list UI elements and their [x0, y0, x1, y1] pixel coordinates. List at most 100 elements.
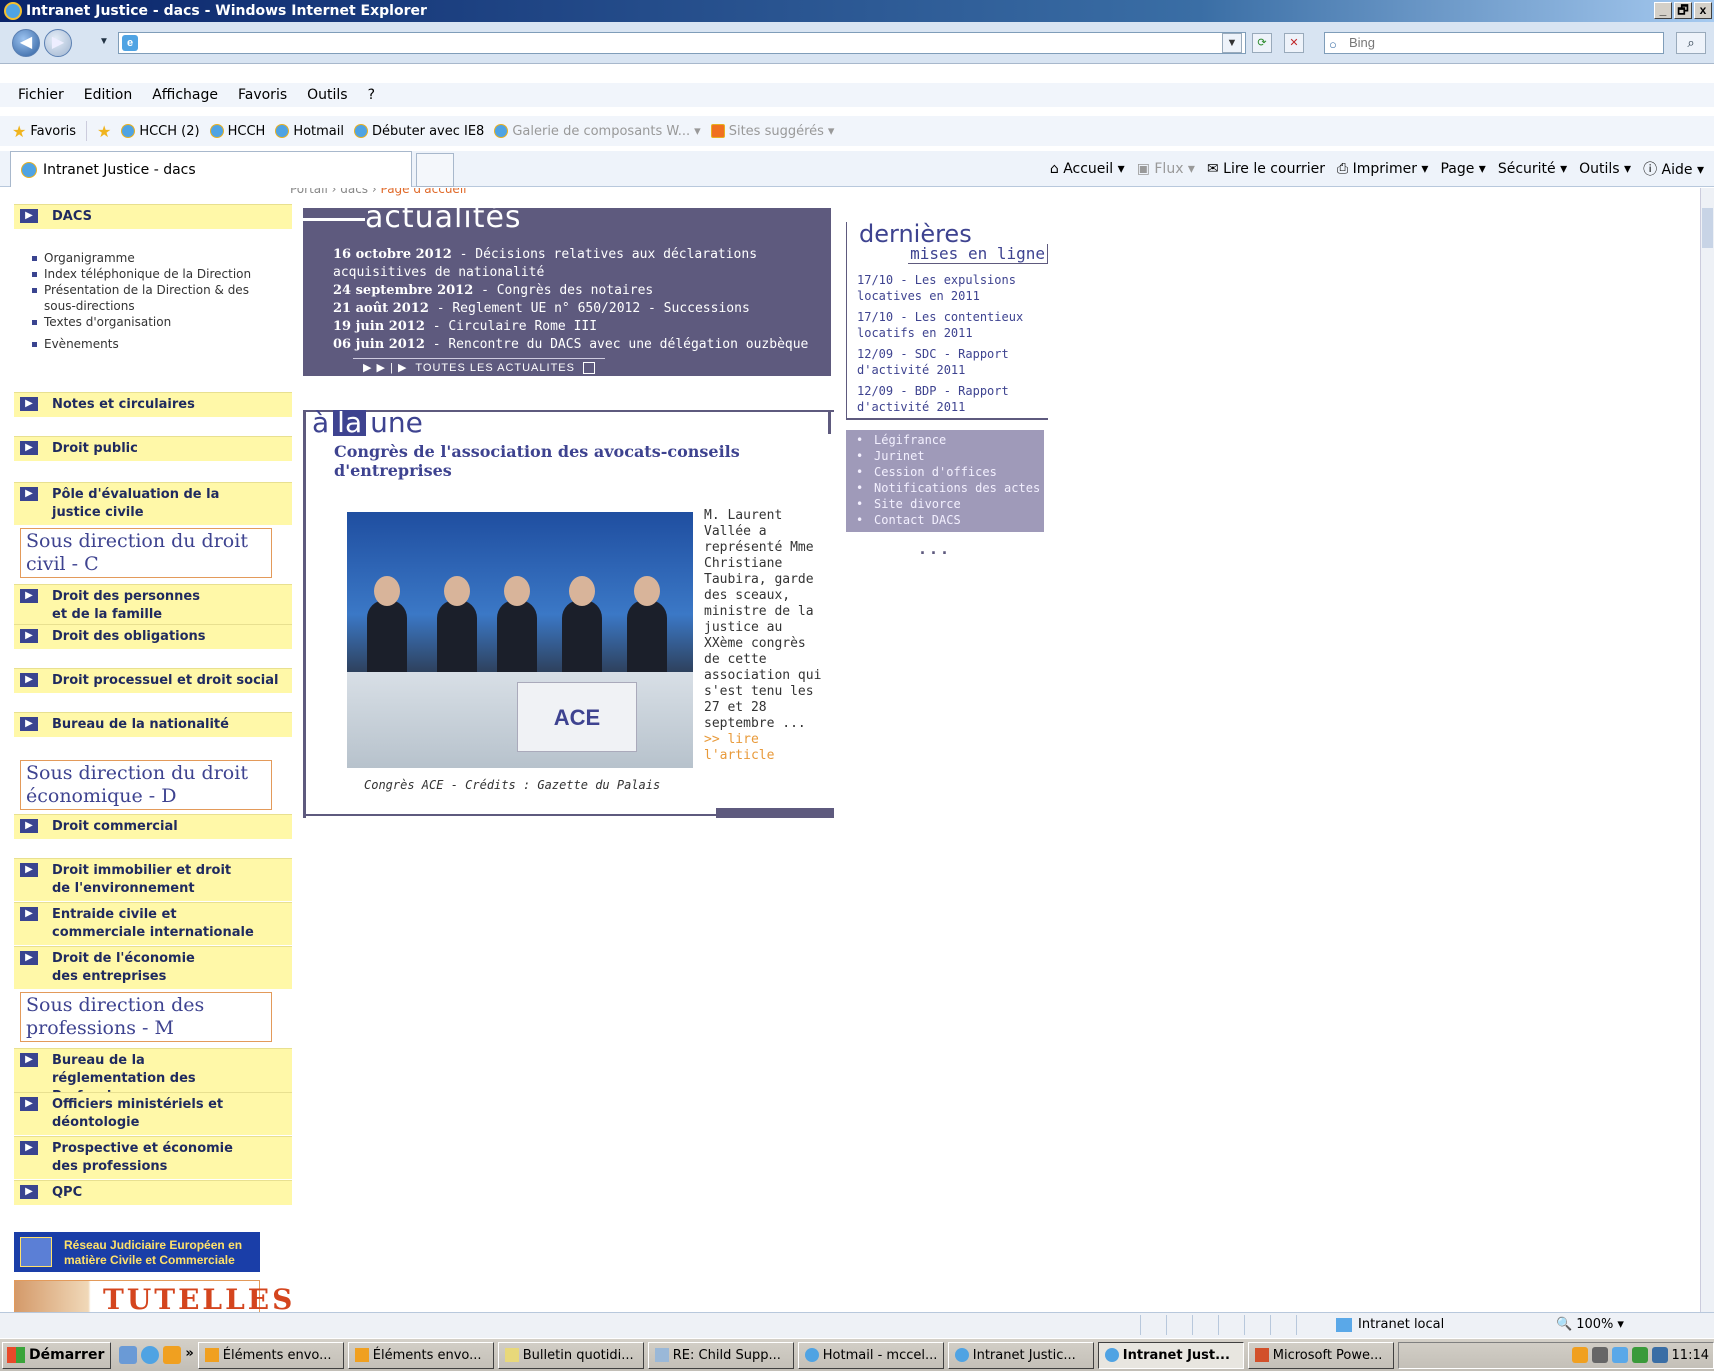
task-bulletin[interactable]: Bulletin quotidi... — [497, 1341, 644, 1369]
add-favorite-icon[interactable]: ★ — [97, 122, 111, 141]
breadcrumb-path[interactable]: Portail › dacs › — [290, 188, 377, 196]
article-title[interactable]: Congrès de l'association des avocats-con… — [334, 442, 754, 480]
menu-affichage[interactable]: Affichage — [152, 87, 218, 103]
search-input[interactable]: ○ Bing — [1324, 32, 1664, 54]
help-menu-button[interactable]: ⓘ Aide ▾ — [1643, 159, 1704, 179]
home-button[interactable]: ⌂ Accueil ▾ — [1050, 161, 1125, 177]
link-organigramme[interactable]: Organigramme — [30, 250, 280, 266]
link-notifications-actes[interactable]: Notifications des actes — [854, 480, 1044, 496]
link-contact-dacs[interactable]: Contact DACS — [854, 512, 1044, 528]
fav-hcch[interactable]: HCCH — [209, 124, 265, 139]
tray-security-icon[interactable] — [1651, 1347, 1668, 1363]
read-more-link[interactable]: >> lire l'article — [704, 732, 774, 763]
scrollbar-thumb[interactable] — [1702, 208, 1713, 248]
article-photo[interactable]: ACE — [347, 512, 693, 768]
forward-button[interactable]: ▶ — [44, 29, 72, 57]
rje-banner-link[interactable]: Réseau Judiciaire Européen en matière Ci… — [14, 1232, 260, 1272]
actualite-item[interactable]: 24 septembre 2012 - Congrès des notaires — [333, 282, 823, 300]
derniere-item[interactable]: 12/09 - BDP - Rapport d'activité 2011 — [857, 383, 1047, 415]
link-cession-offices[interactable]: Cession d'offices — [854, 464, 1044, 480]
menu-outils[interactable]: Outils — [307, 87, 347, 103]
nav-bureau-nationalite[interactable]: ▶ Bureau de la nationalité — [14, 712, 292, 737]
derniere-item[interactable]: 17/10 - Les expulsions locatives en 2011 — [857, 272, 1047, 304]
start-button[interactable]: Démarrer — [2, 1341, 112, 1369]
task-intranet-active[interactable]: Intranet Just... — [1097, 1341, 1244, 1369]
refresh-icon[interactable]: ⟳ — [1252, 33, 1272, 53]
actualite-item[interactable]: 16 octobre 2012 - Décisions relatives au… — [333, 246, 823, 282]
security-menu-button[interactable]: Sécurité ▾ — [1498, 161, 1567, 177]
all-news-link[interactable]: ▶ ▶ | ▶ TOUTES LES ACTUALITES — [353, 358, 605, 376]
tray-volume-icon[interactable] — [1591, 1347, 1608, 1363]
actualite-item[interactable]: 06 juin 2012 - Rencontre du DACS avec un… — [333, 336, 823, 354]
link-jurinet[interactable]: Jurinet — [854, 448, 1044, 464]
vertical-scrollbar[interactable] — [1700, 188, 1714, 1312]
maximize-button[interactable]: 🗗 — [1674, 2, 1692, 19]
url-input[interactable]: e — [118, 32, 1246, 54]
task-intranet-1[interactable]: Intranet Justic... — [947, 1341, 1094, 1369]
task-outlook-1[interactable]: Éléments envo... — [197, 1341, 344, 1369]
link-presentation[interactable]: Présentation de la Direction & des sous-… — [30, 282, 280, 314]
zoom-control[interactable]: 🔍 100% ▾ — [1556, 1317, 1624, 1332]
tutelles-banner-link[interactable]: TUTELLES — [14, 1280, 292, 1312]
print-button[interactable]: ⎙ Imprimer ▾ — [1337, 161, 1428, 177]
fav-debuter-ie8[interactable]: Débuter avec IE8 — [354, 124, 484, 139]
nav-prospective[interactable]: ▶ Prospective et économie des professions — [14, 1136, 292, 1179]
menu-edition[interactable]: Edition — [84, 87, 132, 103]
nav-droit-economie[interactable]: ▶ Droit de l'économie des entreprises — [14, 946, 292, 989]
stop-icon[interactable]: ✕ — [1284, 33, 1304, 53]
nav-officiers-ministeriels[interactable]: ▶ Officiers ministériels et déontologie — [14, 1092, 292, 1135]
tray-network-icon[interactable] — [1611, 1347, 1628, 1363]
link-evenements[interactable]: Evènements — [30, 336, 280, 352]
favorites-button[interactable]: ★ Favoris — [12, 122, 76, 141]
nav-droit-obligations[interactable]: ▶ Droit des obligations — [14, 624, 292, 649]
outlook-quicklaunch-icon[interactable] — [163, 1346, 182, 1364]
security-zone[interactable]: Intranet local — [1336, 1317, 1444, 1332]
tray-outlook-icon[interactable] — [1571, 1347, 1588, 1363]
nav-pole-evaluation[interactable]: ▶ Pôle d'évaluation de la justice civile — [14, 482, 292, 525]
new-tab-button[interactable] — [416, 153, 454, 187]
task-hotmail[interactable]: Hotmail - mccel... — [797, 1341, 944, 1369]
link-site-divorce[interactable]: Site divorce — [854, 496, 1044, 512]
nav-droit-personnes[interactable]: ▶ Droit des personnes et de la famille — [14, 584, 292, 627]
read-mail-button[interactable]: ✉ Lire le courrier — [1207, 161, 1325, 177]
nav-droit-public[interactable]: ▶ Droit public — [14, 436, 292, 461]
actualite-item[interactable]: 21 août 2012 - Reglement UE n° 650/2012 … — [333, 300, 823, 318]
close-button[interactable]: x — [1694, 2, 1712, 19]
back-button[interactable]: ◀ — [12, 29, 40, 57]
tools-menu-button[interactable]: Outils ▾ — [1579, 161, 1631, 177]
search-go-button[interactable]: ⌕ — [1676, 32, 1706, 54]
nav-entraide-civile[interactable]: ▶ Entraide civile et commerciale internat… — [14, 902, 292, 945]
desktop-icon[interactable] — [119, 1346, 138, 1364]
link-index-telephonique[interactable]: Index téléphonique de la Direction — [30, 266, 280, 282]
nav-droit-immobilier[interactable]: ▶ Droit immobilier et droit de l'environn… — [14, 858, 292, 901]
task-child-support[interactable]: RE: Child Supp... — [647, 1341, 794, 1369]
address-dropdown-icon[interactable]: ▼ — [1222, 33, 1242, 53]
link-textes-organisation[interactable]: Textes d'organisation — [30, 314, 280, 330]
nav-droit-commercial[interactable]: ▶ Droit commercial — [14, 814, 292, 839]
actualite-item[interactable]: 19 juin 2012 - Circulaire Rome III — [333, 318, 823, 336]
task-powerpoint[interactable]: Microsoft Powe... — [1247, 1341, 1394, 1369]
nav-dacs[interactable]: ▶ DACS — [14, 204, 292, 229]
more-quicklaunch-icon[interactable]: » — [185, 1346, 193, 1364]
nav-notes-circulaires[interactable]: ▶ Notes et circulaires — [14, 392, 292, 417]
task-outlook-2[interactable]: Éléments envo... — [347, 1341, 494, 1369]
more-dots[interactable]: ... — [920, 538, 953, 559]
derniere-item[interactable]: 12/09 - SDC - Rapport d'activité 2011 — [857, 346, 1047, 378]
tray-app-icon[interactable] — [1631, 1347, 1648, 1363]
link-legifrance[interactable]: Légifrance — [854, 432, 1044, 448]
nav-qpc[interactable]: ▶ QPC — [14, 1180, 292, 1205]
fav-sites-suggeres[interactable]: Sites suggérés ▾ — [710, 124, 834, 139]
ie-quicklaunch-icon[interactable] — [141, 1346, 160, 1364]
fav-galerie[interactable]: Galerie de composants W... ▾ — [494, 124, 701, 139]
nav-droit-processuel[interactable]: ▶ Droit processuel et droit social — [14, 668, 292, 693]
fav-hotmail[interactable]: Hotmail — [275, 124, 344, 139]
derniere-item[interactable]: 17/10 - Les contentieux locatifs en 2011 — [857, 309, 1047, 341]
menu-fichier[interactable]: Fichier — [18, 87, 64, 103]
page-menu-button[interactable]: Page ▾ — [1440, 161, 1485, 177]
history-dropdown-icon[interactable]: ▼ — [99, 36, 109, 47]
menu-favoris[interactable]: Favoris — [238, 87, 287, 103]
feeds-button[interactable]: ▣ Flux ▾ — [1137, 161, 1195, 177]
menu-help[interactable]: ? — [368, 87, 375, 103]
minimize-button[interactable]: _ — [1654, 2, 1672, 19]
fav-hcch-2[interactable]: HCCH (2) — [121, 124, 200, 139]
